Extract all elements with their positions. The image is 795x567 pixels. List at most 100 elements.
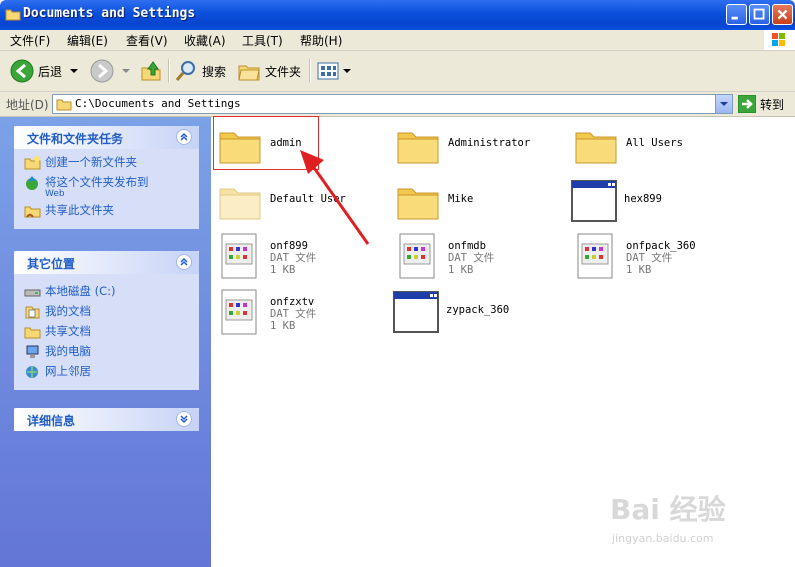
views-icon: [317, 62, 339, 80]
forward-button[interactable]: [90, 57, 132, 85]
maximize-button[interactable]: [749, 4, 770, 25]
views-button[interactable]: [316, 57, 352, 85]
file-item-onfzxtv[interactable]: onfzxtv DAT 文件 1 KB: [216, 288, 316, 336]
menu-favorites[interactable]: 收藏(A): [184, 32, 226, 49]
tasks-panel-header[interactable]: 文件和文件夹任务: [14, 126, 199, 149]
task-publish-web-label: 将这个文件夹发布到: [45, 175, 149, 189]
menu-view[interactable]: 查看(V): [126, 32, 168, 49]
watermark-url: jingyan.baidu.com: [612, 532, 714, 545]
file-size: 1 KB: [626, 264, 652, 276]
place-shared-documents-label: 共享文档: [45, 324, 91, 338]
file-item-mike[interactable]: Mike: [394, 177, 473, 225]
file-size: 1 KB: [270, 264, 296, 276]
place-network[interactable]: 网上邻居: [24, 364, 199, 380]
place-my-computer-label: 我的电脑: [45, 344, 91, 358]
file-size: 1 KB: [448, 264, 474, 276]
back-arrow-icon: [10, 59, 34, 83]
search-label: 搜索: [202, 64, 227, 79]
maximize-icon: [753, 8, 765, 20]
back-button[interactable]: 后退: [10, 57, 80, 85]
folders-label: 文件夹: [265, 64, 302, 79]
file-name: hex899: [624, 193, 662, 205]
folders-button[interactable]: 文件夹: [237, 57, 301, 85]
file-item-administrator[interactable]: Administrator: [394, 121, 530, 169]
task-new-folder[interactable]: 创建一个新文件夹: [24, 155, 199, 171]
chevron-down-icon: [720, 102, 728, 106]
shared-documents-icon: [24, 327, 41, 339]
address-label: 地址(D): [6, 98, 49, 112]
dat-file-icon: [221, 233, 257, 279]
file-type: DAT 文件: [626, 252, 673, 264]
file-name: onfzxtv: [270, 296, 315, 308]
file-item-onfpack-360[interactable]: onfpack_360 DAT 文件 1 KB: [572, 232, 696, 280]
place-local-disk[interactable]: 本地磁盘 (C:): [24, 284, 199, 300]
chevron-up-icon: [180, 132, 188, 141]
place-my-documents[interactable]: 我的文档: [24, 304, 199, 320]
collapse-button[interactable]: [176, 254, 192, 270]
close-icon: [777, 9, 788, 20]
dat-file-icon: [577, 233, 613, 279]
file-size: 1 KB: [270, 320, 296, 332]
file-type: DAT 文件: [448, 252, 495, 264]
collapse-button[interactable]: [176, 129, 192, 145]
my-documents-icon: [25, 306, 40, 319]
toolbar: 后退 搜索 文件夹: [0, 51, 795, 92]
folder-icon: [5, 9, 21, 21]
address-bar: 地址(D) C:\Documents and Settings 转到: [0, 92, 795, 117]
file-name: onfpack_360: [626, 240, 696, 252]
chevron-down-icon[interactable]: [120, 66, 132, 76]
menu-file[interactable]: 文件(F): [10, 32, 50, 49]
places-panel: 其它位置 本地磁盘 (C:) 我的文档 共享文档 我的电脑 网上邻居: [14, 251, 199, 390]
task-publish-web[interactable]: 将这个文件夹发布到 Web: [24, 175, 199, 199]
file-item-zypack-360[interactable]: zypack_360: [392, 288, 509, 336]
close-button[interactable]: [772, 4, 793, 25]
folder-icon: [575, 132, 617, 164]
file-item-onfmdb[interactable]: onfmdb DAT 文件 1 KB: [394, 232, 494, 280]
up-folder-icon: [141, 61, 161, 81]
chevron-down-icon[interactable]: [342, 66, 352, 76]
forward-arrow-icon: [90, 59, 114, 83]
folder-icon: [56, 99, 72, 111]
menu-edit[interactable]: 编辑(E): [67, 32, 108, 49]
details-panel-header[interactable]: 详细信息: [14, 408, 199, 431]
publish-web-icon: [26, 176, 38, 190]
place-shared-documents[interactable]: 共享文档: [24, 324, 199, 340]
file-name: onfmdb: [448, 240, 486, 252]
task-pane: 文件和文件夹任务 创建一个新文件夹 将这个文件夹发布到 Web 共享此文件夹 其它…: [0, 117, 211, 567]
file-type: DAT 文件: [270, 308, 317, 320]
tasks-panel: 文件和文件夹任务 创建一个新文件夹 将这个文件夹发布到 Web 共享此文件夹: [14, 126, 199, 229]
task-share-folder[interactable]: 共享此文件夹: [24, 203, 199, 219]
minimize-button[interactable]: [726, 4, 747, 25]
place-network-label: 网上邻居: [45, 364, 91, 378]
title-bar[interactable]: Documents and Settings: [0, 0, 795, 30]
minimize-icon: [731, 16, 738, 20]
place-my-documents-label: 我的文档: [45, 304, 91, 318]
folder-faded-icon: [219, 188, 261, 220]
watermark-brand: Bai 经验: [610, 493, 726, 526]
dat-file-icon: [221, 289, 257, 335]
toolbar-separator: [309, 59, 311, 83]
share-folder-icon: [24, 206, 41, 218]
place-local-disk-label: 本地磁盘 (C:): [45, 284, 116, 298]
menu-help[interactable]: 帮助(H): [300, 32, 342, 49]
up-folder-button[interactable]: [140, 57, 162, 85]
chevron-down-icon[interactable]: [68, 66, 80, 76]
place-my-computer[interactable]: 我的电脑: [24, 344, 199, 360]
address-input[interactable]: C:\Documents and Settings: [52, 94, 733, 114]
menu-tools[interactable]: 工具(T): [242, 32, 283, 49]
tasks-panel-title: 文件和文件夹任务: [27, 132, 124, 146]
file-name: Mike: [448, 193, 474, 205]
search-button[interactable]: 搜索: [174, 57, 226, 85]
my-computer-icon: [26, 345, 39, 358]
menu-bar: 文件(F) 编辑(E) 查看(V) 收藏(A) 工具(T) 帮助(H): [0, 30, 795, 51]
go-button[interactable]: 转到: [738, 95, 784, 113]
hard-disk-icon: [24, 289, 41, 297]
application-window-icon: [393, 291, 439, 333]
expand-button[interactable]: [176, 411, 192, 427]
places-panel-header[interactable]: 其它位置: [14, 251, 199, 274]
file-item-hex899[interactable]: hex899: [570, 177, 662, 225]
file-item-all-users[interactable]: All Users: [572, 121, 683, 169]
task-publish-web-sub: Web: [45, 189, 65, 199]
file-name: zypack_360: [446, 304, 510, 316]
address-dropdown-button[interactable]: [715, 95, 732, 113]
